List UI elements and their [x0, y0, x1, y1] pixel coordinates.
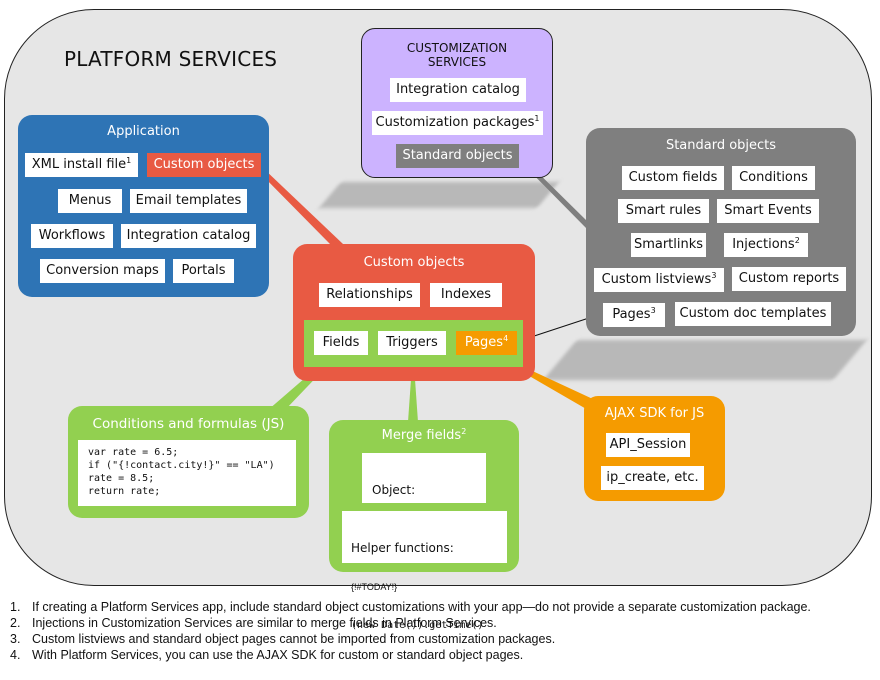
app-item-email-templates[interactable]: Email templates	[130, 189, 247, 213]
ajax-item-api-session[interactable]: API_Session	[606, 433, 690, 457]
co-item-pages[interactable]: Pages4	[456, 331, 517, 355]
std-item-custom-fields[interactable]: Custom fields	[622, 166, 724, 190]
app-item-conversion-maps[interactable]: Conversion maps	[40, 259, 165, 283]
standard-objects-panel: Standard objects Custom fields Condition…	[586, 128, 856, 336]
std-item-injections[interactable]: Injections2	[724, 233, 808, 257]
custom-objects-title: Custom objects	[363, 255, 465, 270]
standard-objects-title: Standard objects	[665, 138, 777, 153]
std-item-smart-events[interactable]: Smart Events	[717, 199, 819, 223]
std-item-smartlinks[interactable]: Smartlinks	[631, 233, 706, 257]
footnote-item: 1. If creating a Platform Services app, i…	[10, 600, 811, 614]
ajax-item-ip-create[interactable]: ip_create, etc.	[601, 466, 704, 490]
app-item-integration-catalog[interactable]: Integration catalog	[121, 224, 256, 248]
co-item-relationships[interactable]: Relationships	[319, 283, 420, 307]
merge-fields-object-box: Object: {!contact.city!} {!myObj.name!}	[362, 453, 486, 548]
conditions-code-sample: var rate = 6.5; if ("{!contact.city!}" =…	[78, 440, 296, 506]
co-item-fields[interactable]: Fields	[314, 331, 368, 355]
std-item-pages[interactable]: Pages3	[603, 303, 665, 327]
customization-services-title: CUSTOMIZATION SERVICES	[406, 41, 508, 69]
app-item-xml-install-file[interactable]: XML install file1	[25, 153, 138, 177]
connector-app-to-custom-objects	[257, 168, 343, 244]
app-item-menus[interactable]: Menus	[58, 189, 122, 213]
merge-fields-helper-box: Helper functions: {!#TODAY!} (new Date()…	[342, 511, 507, 631]
cust-item-standard-objects[interactable]: Standard objects	[396, 144, 519, 168]
merge-fields-title: Merge fields2	[381, 427, 467, 444]
merge-fields-panel: Merge fields2 Object: {!contact.city!} {…	[329, 420, 519, 631]
conditions-formulas-panel: Conditions and formulas (JS) var rate = …	[68, 406, 309, 518]
conditions-formulas-title: Conditions and formulas (JS)	[92, 416, 285, 432]
ajax-sdk-panel: AJAX SDK for JS API_Session ip_create, e…	[584, 396, 725, 501]
cust-item-integration-catalog[interactable]: Integration catalog	[390, 78, 526, 102]
std-item-smart-rules[interactable]: Smart rules	[618, 199, 709, 223]
co-item-indexes[interactable]: Indexes	[430, 283, 502, 307]
std-item-custom-doc-templates[interactable]: Custom doc templates	[675, 302, 831, 326]
application-panel: Application XML install file1 Custom obj…	[18, 115, 269, 297]
footnote-item: 4. With Platform Services, you can use th…	[10, 648, 524, 662]
footnotes-list: 1. If creating a Platform Services app, i…	[10, 599, 811, 663]
application-title: Application	[107, 124, 180, 139]
cust-item-customization-packages[interactable]: Customization packages1	[372, 111, 543, 135]
app-item-workflows[interactable]: Workflows	[31, 224, 113, 248]
app-item-custom-objects[interactable]: Custom objects	[147, 153, 261, 177]
co-item-triggers[interactable]: Triggers	[378, 331, 446, 355]
std-item-custom-reports[interactable]: Custom reports	[732, 267, 846, 291]
ajax-sdk-title: AJAX SDK for JS	[604, 406, 705, 421]
app-item-portals[interactable]: Portals	[173, 259, 234, 283]
custom-objects-js-group: Fields Triggers Pages4	[304, 320, 523, 367]
footnote-item: 2. Injections in Customization Services a…	[10, 616, 497, 630]
customization-services-panel: CUSTOMIZATION SERVICES Integration catal…	[361, 28, 553, 178]
std-item-custom-listviews[interactable]: Custom listviews3	[594, 268, 724, 292]
std-item-conditions[interactable]: Conditions	[732, 166, 815, 190]
footnote-item: 3. Custom listviews and standard object p…	[10, 632, 556, 646]
custom-objects-panel: Custom objects Relationships Indexes Fie…	[293, 244, 535, 381]
